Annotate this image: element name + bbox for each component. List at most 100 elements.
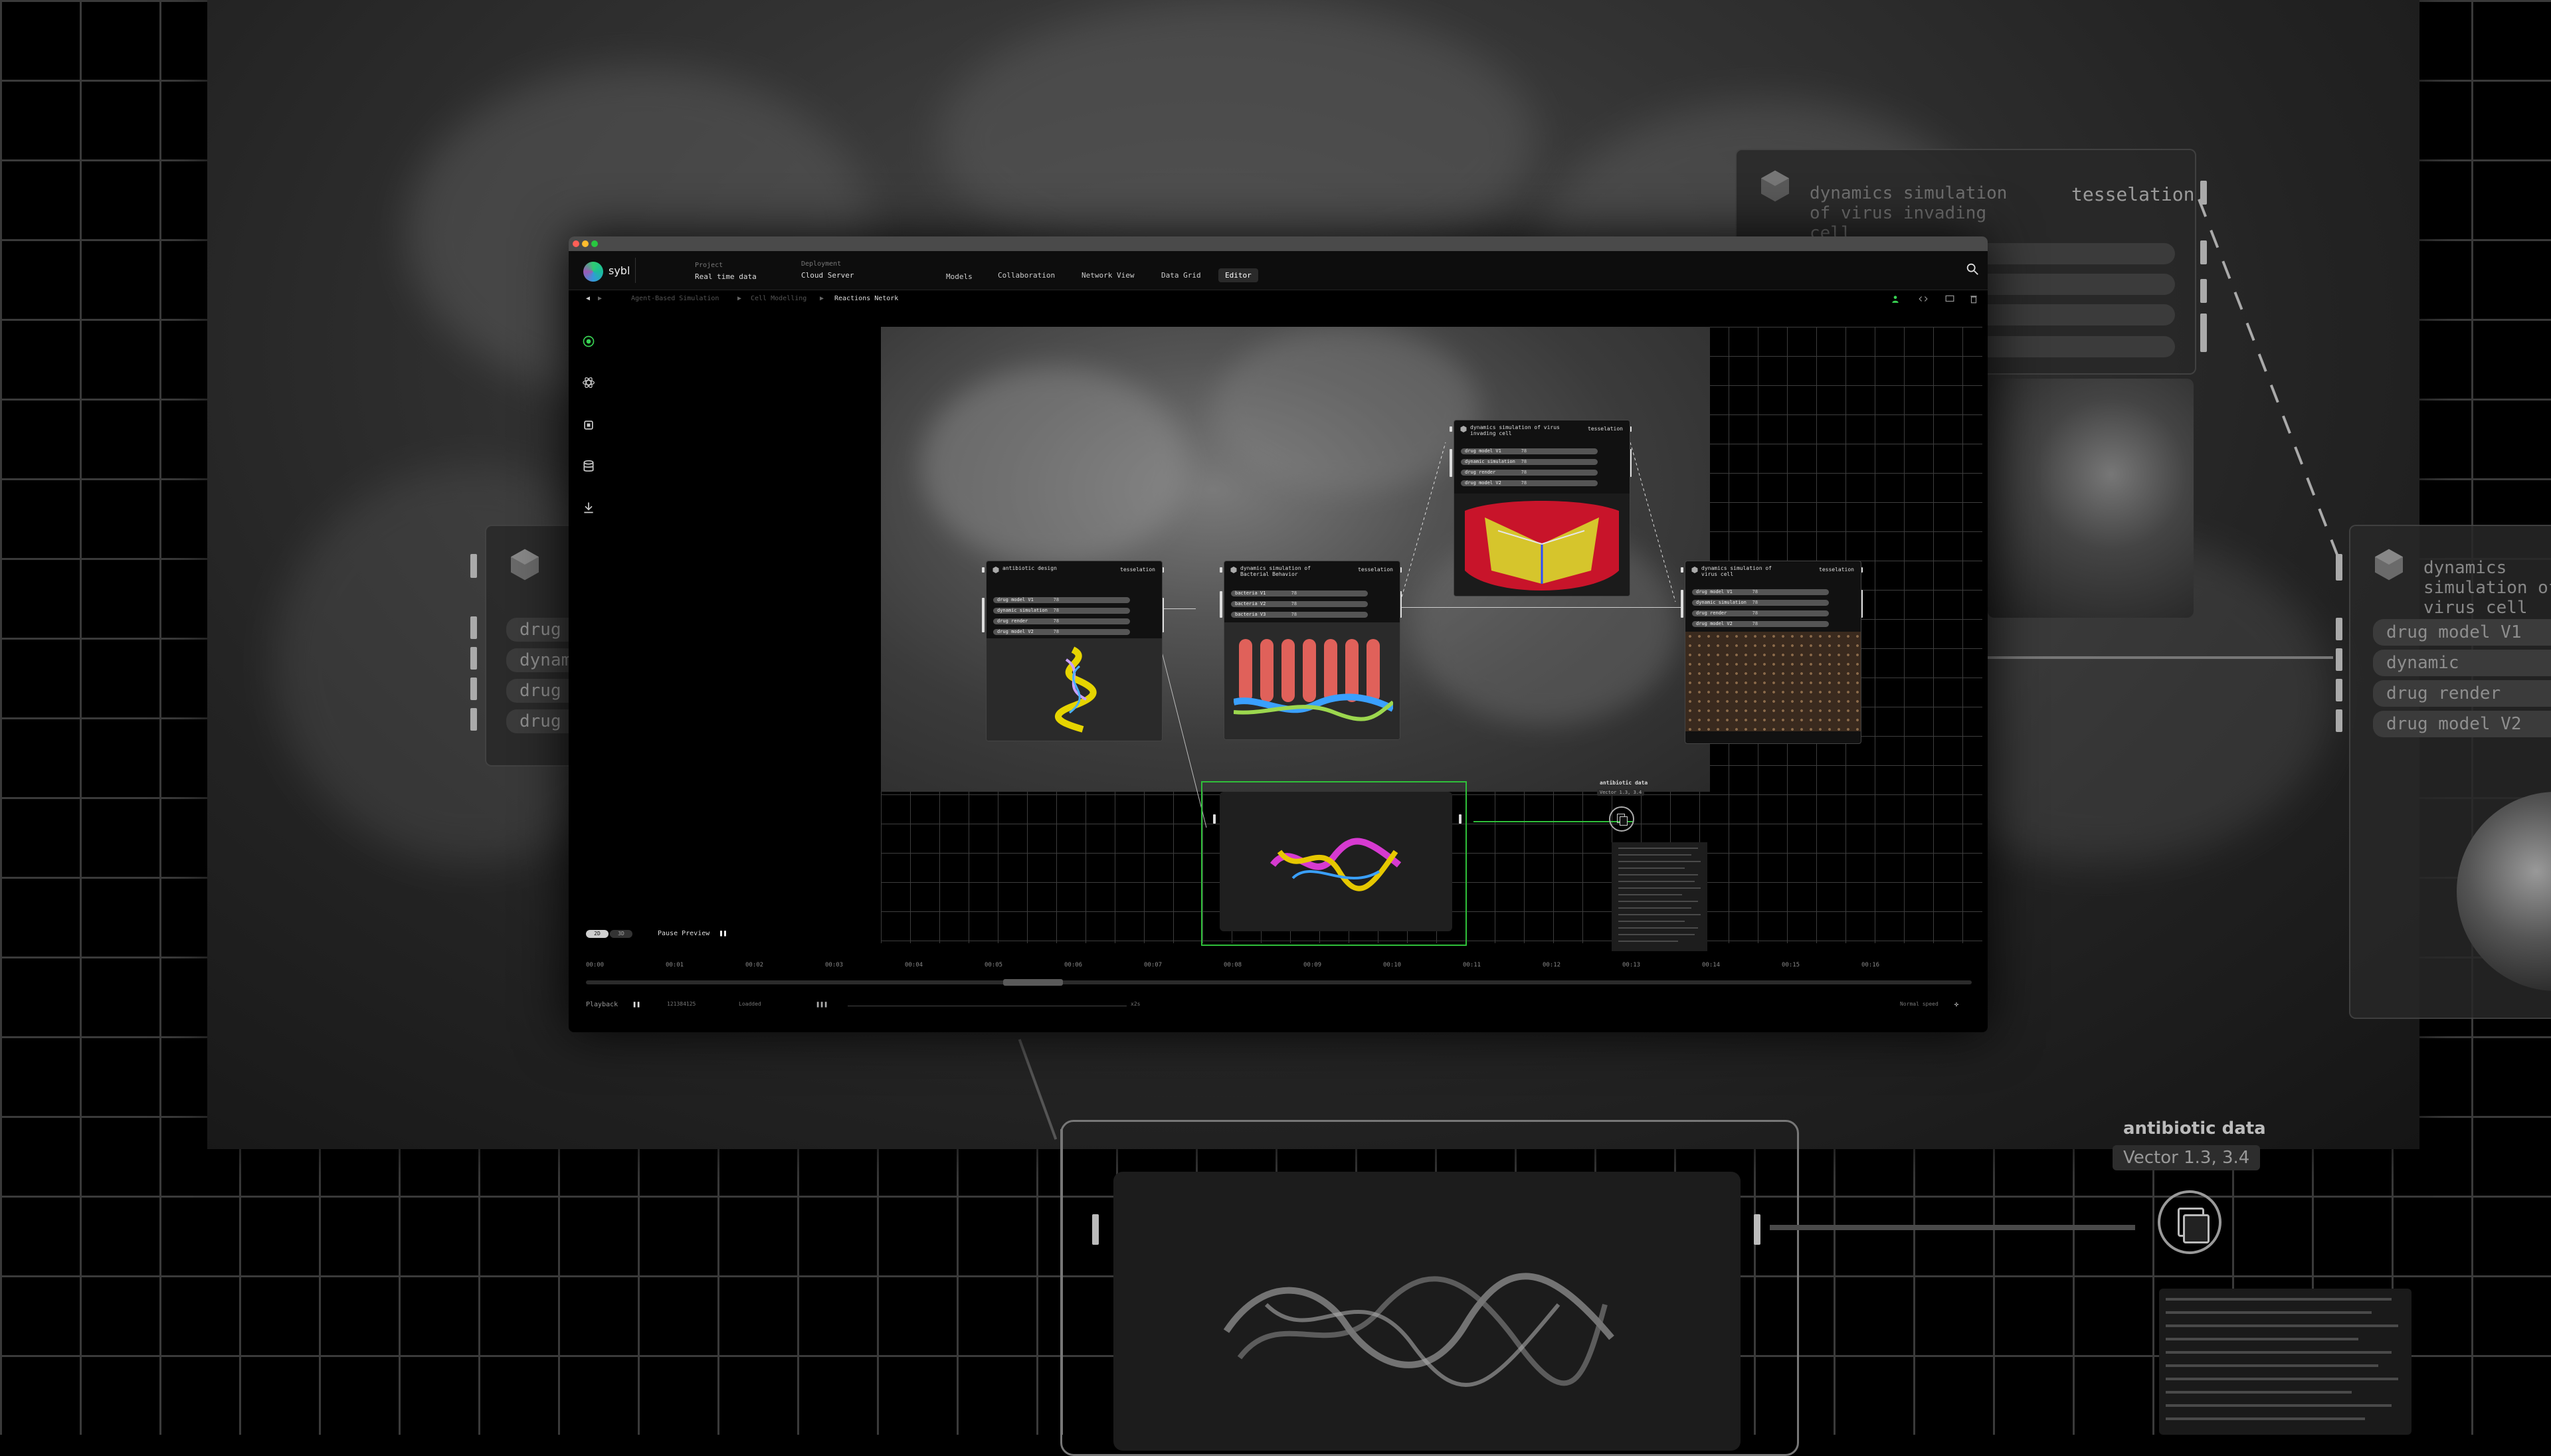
- nav-data-grid[interactable]: Data Grid: [1155, 268, 1208, 282]
- deployment-value[interactable]: Cloud Server: [801, 271, 854, 280]
- background-preview-panel: [1113, 1172, 1741, 1451]
- node-row: drug model V2 78: [993, 629, 1130, 635]
- pause-preview-label[interactable]: Pause Preview ❚❚: [658, 930, 727, 937]
- minimize-window-button[interactable]: [582, 240, 589, 247]
- playback-bar: Playback ❚❚ 121384125 Loadded ❚❚❚ x2s No…: [569, 998, 1988, 1014]
- playback-status: Loadded: [739, 1001, 761, 1007]
- pause-icon[interactable]: ❚❚: [632, 1001, 640, 1008]
- chip-icon[interactable]: [582, 418, 595, 432]
- background-handle: [2336, 679, 2342, 701]
- node-handle[interactable]: [1459, 814, 1462, 824]
- search-icon[interactable]: [1965, 262, 1980, 276]
- background-connector: [1060, 1129, 1063, 1435]
- node-title: antibiotic design: [1002, 565, 1057, 571]
- background-handle: [470, 616, 477, 639]
- node-handle[interactable]: [982, 598, 985, 632]
- download-icon[interactable]: [582, 501, 595, 514]
- window-titlebar: [569, 236, 1988, 251]
- node-antibiotic-design[interactable]: antibiotic design tesselation drug model…: [986, 561, 1163, 741]
- timeline-ticks: 00:00 00:01 00:02 00:03 00:04 00:05 00:0…: [569, 962, 1988, 975]
- background-card-row: drug model V2: [2373, 711, 2551, 737]
- node-handle[interactable]: [1450, 449, 1452, 477]
- background-copy-icon: [2158, 1190, 2221, 1254]
- timeline-tick: 00:09: [1303, 962, 1322, 968]
- nav-models[interactable]: Models: [939, 270, 979, 284]
- app-window: sybl Project Real time data Deployment C…: [569, 236, 1988, 1032]
- background-handle: [470, 708, 477, 731]
- timeline-tick: 00:14: [1702, 962, 1721, 968]
- background-console: [2159, 1289, 2411, 1435]
- close-window-button[interactable]: [573, 240, 579, 247]
- maximize-window-button[interactable]: [591, 240, 598, 247]
- node-row: dynamic simulation 78: [993, 608, 1130, 614]
- timeline-track[interactable]: [586, 980, 1972, 984]
- timeline-tick: 00:11: [1463, 962, 1481, 968]
- breadcrumb-item[interactable]: Agent-Based Simulation: [631, 295, 719, 302]
- node-tag: tesselation: [1819, 567, 1854, 573]
- nav-network-view[interactable]: Network View: [1075, 268, 1141, 282]
- node-handle[interactable]: [1220, 591, 1222, 618]
- node-handle[interactable]: [1681, 567, 1683, 573]
- timeline-tick: 00:08: [1224, 962, 1242, 968]
- speed-label: Normal speed: [1900, 1001, 1938, 1007]
- background-data-subtitle: Vector 1.3, 3.4: [2113, 1145, 2261, 1170]
- back-icon[interactable]: ◀: [586, 295, 590, 302]
- node-bacterial-behavior[interactable]: dynamics simulation of Bacterial Behavio…: [1224, 561, 1400, 740]
- code-icon[interactable]: [1919, 294, 1928, 304]
- screen-icon[interactable]: [1945, 294, 1954, 304]
- copy-icon[interactable]: [1609, 806, 1634, 832]
- data-badge-title: antibiotic data: [1600, 780, 1648, 786]
- atom-icon[interactable]: [582, 376, 595, 389]
- data-console: [1612, 842, 1707, 951]
- sybl-logo[interactable]: [583, 262, 603, 282]
- connector-line: [1630, 442, 1676, 602]
- node-title: dynamics simulation of virus invading ce…: [1470, 424, 1560, 436]
- timeline-tick: 00:05: [985, 962, 1003, 968]
- node-handle[interactable]: [1450, 426, 1452, 432]
- node-virus-invading-cell[interactable]: dynamics simulation of virus invading ce…: [1454, 420, 1630, 596]
- nav-editor[interactable]: Editor: [1218, 268, 1258, 282]
- speed-slider-handle[interactable]: ❚❚❚: [816, 1001, 828, 1008]
- timeline-playhead[interactable]: [1003, 979, 1063, 986]
- background-handle: [470, 678, 477, 700]
- cube-icon: [1230, 567, 1237, 573]
- node-handle[interactable]: [1220, 567, 1222, 573]
- breadcrumb: ◀ ▶ Agent-Based Simulation ▶ Cell Modell…: [569, 290, 1988, 308]
- speed-value: x2s: [1131, 1001, 1141, 1007]
- node-virus-cell[interactable]: dynamics simulation of virus cell tessel…: [1685, 561, 1861, 744]
- background-card-row: [1956, 304, 2175, 325]
- trash-icon[interactable]: [1969, 294, 1978, 304]
- antibiotic-protein-render: [987, 638, 1162, 741]
- background-handle: [1754, 1214, 1760, 1245]
- background-virus-render: [1988, 379, 2194, 618]
- background-handle: [1092, 1214, 1099, 1245]
- bacteria-render: [1224, 622, 1400, 739]
- node-handle[interactable]: [982, 567, 985, 573]
- target-icon[interactable]: [582, 335, 595, 348]
- data-badge-subtitle: Vector 1.3, 3.4: [1597, 789, 1645, 796]
- project-label: Project: [695, 262, 723, 269]
- node-row: drug model V1 78: [1461, 448, 1598, 454]
- breadcrumb-item[interactable]: Cell Modelling: [751, 295, 806, 302]
- toggle-2d[interactable]: 2D: [586, 930, 609, 938]
- connector-line: [1400, 442, 1446, 602]
- deployment-label: Deployment: [801, 260, 842, 268]
- project-value[interactable]: Real time data: [695, 272, 757, 281]
- timeline-tick: 00:16: [1861, 962, 1880, 968]
- node-handle[interactable]: [1213, 814, 1216, 824]
- timeline-tick: 00:03: [825, 962, 844, 968]
- node-row: drug model V1 78: [1692, 589, 1829, 595]
- nav-collaboration[interactable]: Collaboration: [991, 268, 1062, 282]
- background-card-virus-cell: dynamics simulation of virus cell drug m…: [2349, 525, 2551, 1019]
- toggle-3d[interactable]: 3D: [610, 930, 632, 938]
- selected-node-preview[interactable]: [1220, 792, 1452, 931]
- node-handle[interactable]: [1681, 590, 1683, 618]
- node-row: bacteria V2 78: [1231, 601, 1368, 607]
- database-icon[interactable]: [582, 460, 595, 473]
- user-icon[interactable]: [1891, 294, 1900, 304]
- virus-cell-render: [1454, 494, 1630, 596]
- forward-icon[interactable]: ▶: [598, 295, 602, 302]
- app-header: sybl Project Real time data Deployment C…: [569, 251, 1988, 290]
- cube-icon: [1761, 170, 1789, 202]
- settings-icon[interactable]: ✣: [1954, 1001, 1958, 1008]
